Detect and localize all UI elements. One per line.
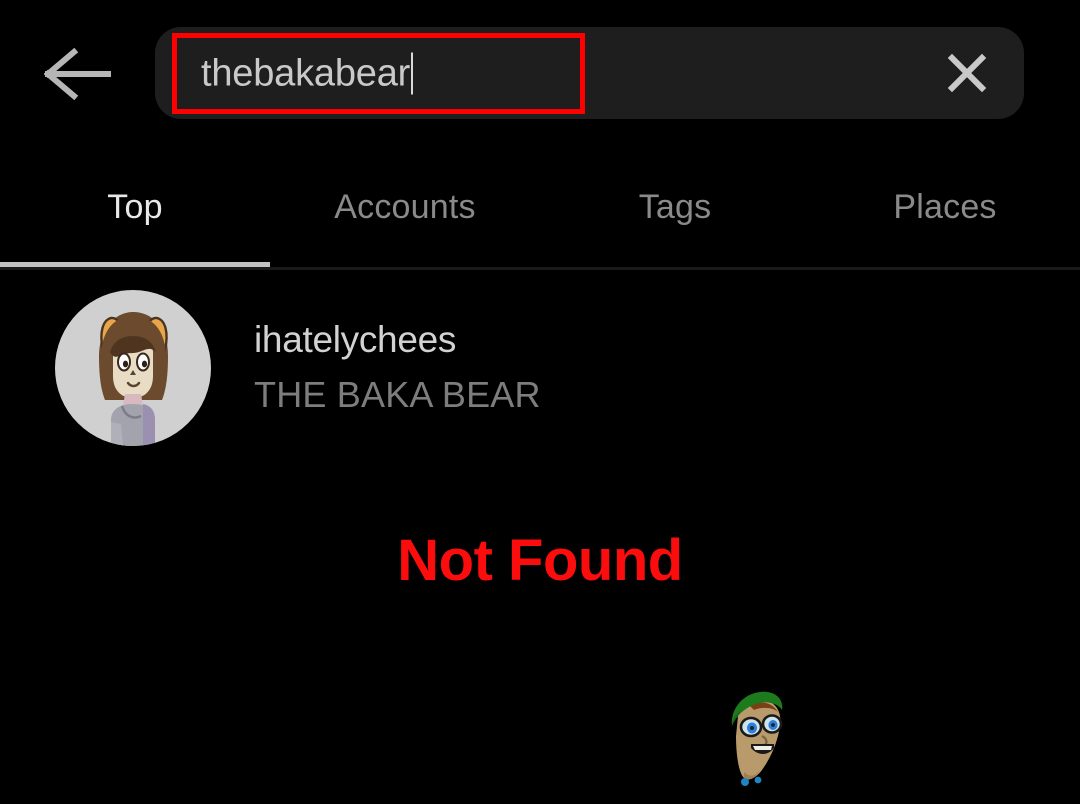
tab-places[interactable]: Places bbox=[810, 160, 1080, 268]
tab-tags-label: Tags bbox=[638, 188, 712, 226]
tab-top-label: Top bbox=[107, 188, 163, 226]
tab-accounts[interactable]: Accounts bbox=[270, 160, 540, 268]
search-input-value: thebakabear bbox=[201, 52, 411, 94]
tab-accounts-label: Accounts bbox=[334, 188, 476, 226]
close-x-icon[interactable] bbox=[946, 52, 988, 94]
instagram-search-screen: thebakabear Top Accounts Tags Places iha… bbox=[0, 0, 1080, 804]
not-found-annotation: Not Found bbox=[397, 528, 683, 593]
tab-places-label: Places bbox=[893, 188, 997, 226]
tab-divider bbox=[0, 267, 1080, 270]
tab-top[interactable]: Top bbox=[0, 160, 270, 268]
cartoon-face-green-cap-cursor bbox=[718, 682, 794, 794]
search-result-text: ihatelychees THE BAKA BEAR bbox=[254, 317, 541, 420]
back-arrow-icon[interactable] bbox=[43, 47, 112, 101]
search-input[interactable]: thebakabear bbox=[201, 52, 414, 95]
search-input-highlight-box[interactable]: thebakabear bbox=[172, 33, 585, 114]
avatar[interactable] bbox=[55, 290, 211, 446]
result-fullname: THE BAKA BEAR bbox=[254, 373, 541, 415]
search-bar[interactable]: thebakabear bbox=[155, 27, 1024, 119]
search-header: thebakabear bbox=[0, 0, 1080, 148]
search-result-row[interactable]: ihatelychees THE BAKA BEAR bbox=[0, 286, 1080, 450]
text-caret bbox=[411, 52, 414, 94]
tab-tags[interactable]: Tags bbox=[540, 160, 810, 268]
search-tabs: Top Accounts Tags Places bbox=[0, 160, 1080, 268]
result-username: ihatelychees bbox=[254, 318, 457, 360]
